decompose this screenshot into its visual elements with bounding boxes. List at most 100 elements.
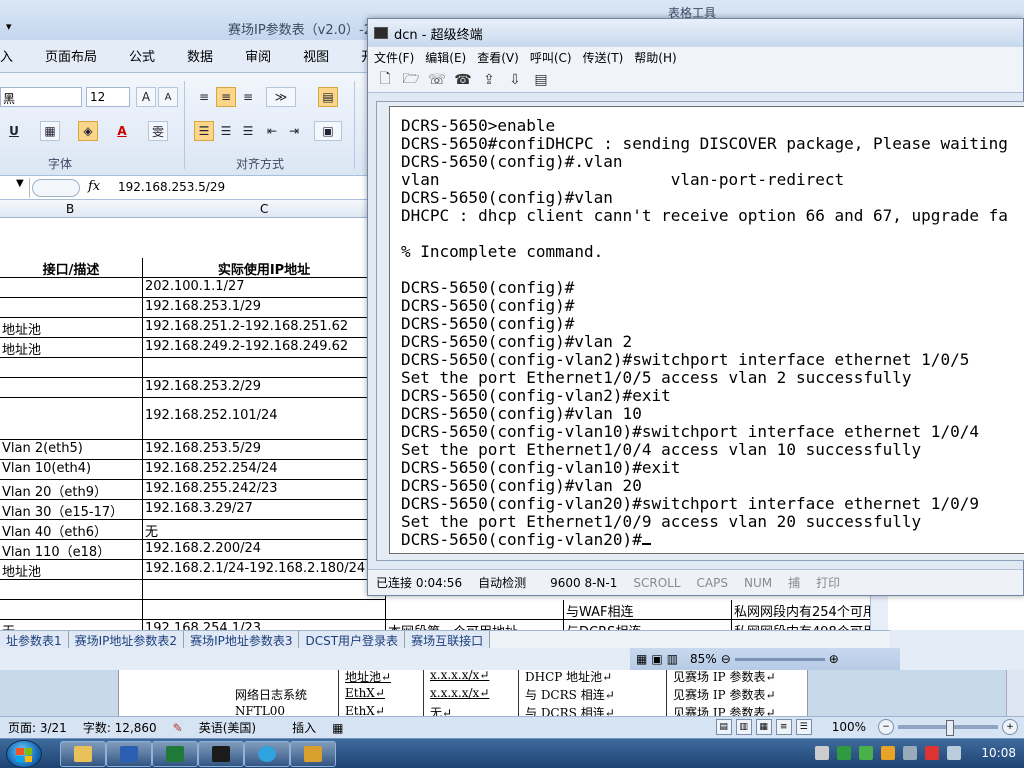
cell[interactable]: Vlan 110（e18）: [0, 540, 143, 560]
receive-file-icon[interactable]: ⇩: [506, 72, 524, 88]
word-proofing-icon[interactable]: ✎: [165, 721, 191, 735]
taskbar-word[interactable]: [106, 741, 152, 767]
align-bottom-icon[interactable]: ≡: [238, 87, 258, 107]
cell[interactable]: [0, 398, 143, 440]
cell[interactable]: 192.168.253.5/29: [143, 440, 386, 460]
formula-input[interactable]: 192.168.253.5/29: [118, 180, 225, 194]
cell[interactable]: 192.168.253.1/29: [143, 298, 386, 318]
cell[interactable]: [143, 600, 386, 620]
excel-zoom-level[interactable]: 85%: [690, 652, 717, 666]
header-interface[interactable]: 接口/描述: [0, 258, 143, 278]
word-zoom-slider[interactable]: [898, 720, 998, 736]
cell[interactable]: [0, 358, 143, 378]
cell[interactable]: 192.168.251.2-192.168.251.62: [143, 318, 386, 338]
zoom-in-icon[interactable]: +: [1002, 719, 1018, 735]
grow-font-icon[interactable]: A: [136, 87, 156, 107]
tab-review[interactable]: 审阅: [229, 46, 287, 66]
cell[interactable]: [0, 378, 143, 398]
clock[interactable]: 10:08: [981, 746, 1016, 760]
web-layout-icon[interactable]: ▦: [755, 719, 772, 735]
page-break-view-icon[interactable]: ▥: [667, 652, 678, 666]
shrink-font-icon[interactable]: A: [158, 87, 178, 107]
excel-vertical-scrollbar[interactable]: [870, 590, 888, 630]
terminal-screen[interactable]: DCRS-5650>enable DCRS-5650#confiDHCPC : …: [389, 106, 1024, 554]
tray-icon[interactable]: [815, 746, 830, 760]
outline-icon[interactable]: ≡: [775, 719, 792, 735]
volume-icon[interactable]: [947, 746, 962, 760]
cell[interactable]: Vlan 20（eth9）: [0, 480, 143, 500]
menu-edit[interactable]: 编辑(E): [425, 49, 466, 66]
cell[interactable]: 202.100.1.1/27: [143, 278, 386, 298]
cell[interactable]: 私网网段内有498个可用: [732, 620, 882, 630]
open-icon[interactable]: 🗁: [402, 68, 420, 92]
cell[interactable]: 192.168.255.242/23: [143, 480, 386, 500]
cell[interactable]: [386, 600, 564, 620]
align-left-icon[interactable]: ☰: [194, 121, 214, 141]
align-top-icon[interactable]: ≡: [194, 87, 214, 107]
cell[interactable]: 192.168.2.1/24-192.168.2.180/24: [143, 560, 386, 580]
insert-function-icon[interactable]: fx: [88, 179, 100, 194]
taskbar-excel[interactable]: [152, 741, 198, 767]
underline-icon[interactable]: U: [4, 121, 24, 141]
tab-page-layout[interactable]: 页面布局: [29, 46, 113, 66]
cell[interactable]: [143, 580, 386, 600]
font-name-select[interactable]: 黑: [0, 87, 82, 107]
fill-color-icon[interactable]: ◈: [78, 121, 98, 141]
cell[interactable]: 192.168.253.2/29: [143, 378, 386, 398]
formula-bar-controls[interactable]: [32, 179, 80, 197]
cell[interactable]: Vlan 10(eth4): [0, 460, 143, 480]
tray-icon[interactable]: [925, 746, 940, 760]
page-layout-view-icon[interactable]: ▣: [651, 652, 662, 666]
cell[interactable]: 192.168.249.2-192.168.249.62: [143, 338, 386, 358]
normal-view-icon[interactable]: ▦: [636, 652, 647, 666]
send-file-icon[interactable]: ⇪: [480, 72, 498, 88]
zoom-out-icon[interactable]: −: [878, 719, 894, 735]
word-word-count[interactable]: 字数: 12,860: [75, 719, 165, 736]
start-button[interactable]: [6, 740, 42, 768]
cell[interactable]: 192.168.3.29/27: [143, 500, 386, 520]
taskbar-app[interactable]: [290, 741, 336, 767]
sheet-tab[interactable]: DCST用户登录表: [299, 631, 406, 648]
sheet-tab[interactable]: 址参数表1: [0, 631, 69, 648]
cell[interactable]: 192.168.254.1/23: [143, 620, 386, 630]
cell[interactable]: 本网段第一个可用地址: [386, 620, 564, 630]
increase-indent-icon[interactable]: ⇥: [284, 121, 304, 141]
cell[interactable]: 192.168.252.101/24: [143, 398, 386, 440]
quick-access-dropdown-icon[interactable]: ▾: [6, 20, 12, 33]
cell[interactable]: 地址池: [0, 338, 143, 358]
phonetic-icon[interactable]: 雯: [148, 121, 168, 141]
taskbar-explorer[interactable]: [60, 741, 106, 767]
shield-icon[interactable]: [859, 746, 874, 760]
tab-insert[interactable]: 入: [0, 46, 29, 66]
cell[interactable]: [0, 278, 143, 298]
menu-view[interactable]: 查看(V): [477, 49, 519, 66]
sheet-tab[interactable]: 赛场互联接口: [405, 631, 491, 648]
cell[interactable]: [0, 298, 143, 318]
cell[interactable]: Vlan 30（e15-17）: [0, 500, 143, 520]
align-center-icon[interactable]: ☰: [216, 121, 236, 141]
taskbar-terminal[interactable]: [198, 741, 244, 767]
orientation-icon[interactable]: ≫: [266, 87, 296, 107]
taskbar-ie[interactable]: [244, 741, 290, 767]
word-language[interactable]: 英语(美国): [191, 719, 264, 736]
draft-icon[interactable]: ☰: [795, 719, 812, 735]
merge-cells-icon[interactable]: ▣: [314, 121, 342, 141]
cell[interactable]: 地址池: [0, 318, 143, 338]
font-size-select[interactable]: 12: [86, 87, 130, 107]
word-macro-icon[interactable]: ▦: [324, 721, 351, 735]
zoom-in-icon[interactable]: ⊕: [829, 652, 839, 666]
sheet-tab[interactable]: 赛场IP地址参数表3: [184, 631, 300, 648]
column-header-b[interactable]: B: [66, 202, 74, 216]
cell[interactable]: 与DCRS相连: [564, 620, 732, 630]
tab-view[interactable]: 视图: [287, 46, 345, 66]
cell[interactable]: 无: [143, 520, 386, 540]
menu-transfer[interactable]: 传送(T): [583, 49, 624, 66]
horizontal-scrollbar[interactable]: [490, 631, 890, 648]
cell[interactable]: 私网网段内有254个可用: [732, 600, 882, 620]
name-box-dropdown-icon[interactable]: ▼: [0, 178, 30, 198]
font-color-icon[interactable]: A: [112, 121, 132, 141]
align-right-icon[interactable]: ☰: [238, 121, 258, 141]
cell[interactable]: 与WAF相连: [564, 600, 732, 620]
disconnect-icon[interactable]: ☏: [428, 72, 446, 88]
column-header-c[interactable]: C: [260, 202, 268, 216]
